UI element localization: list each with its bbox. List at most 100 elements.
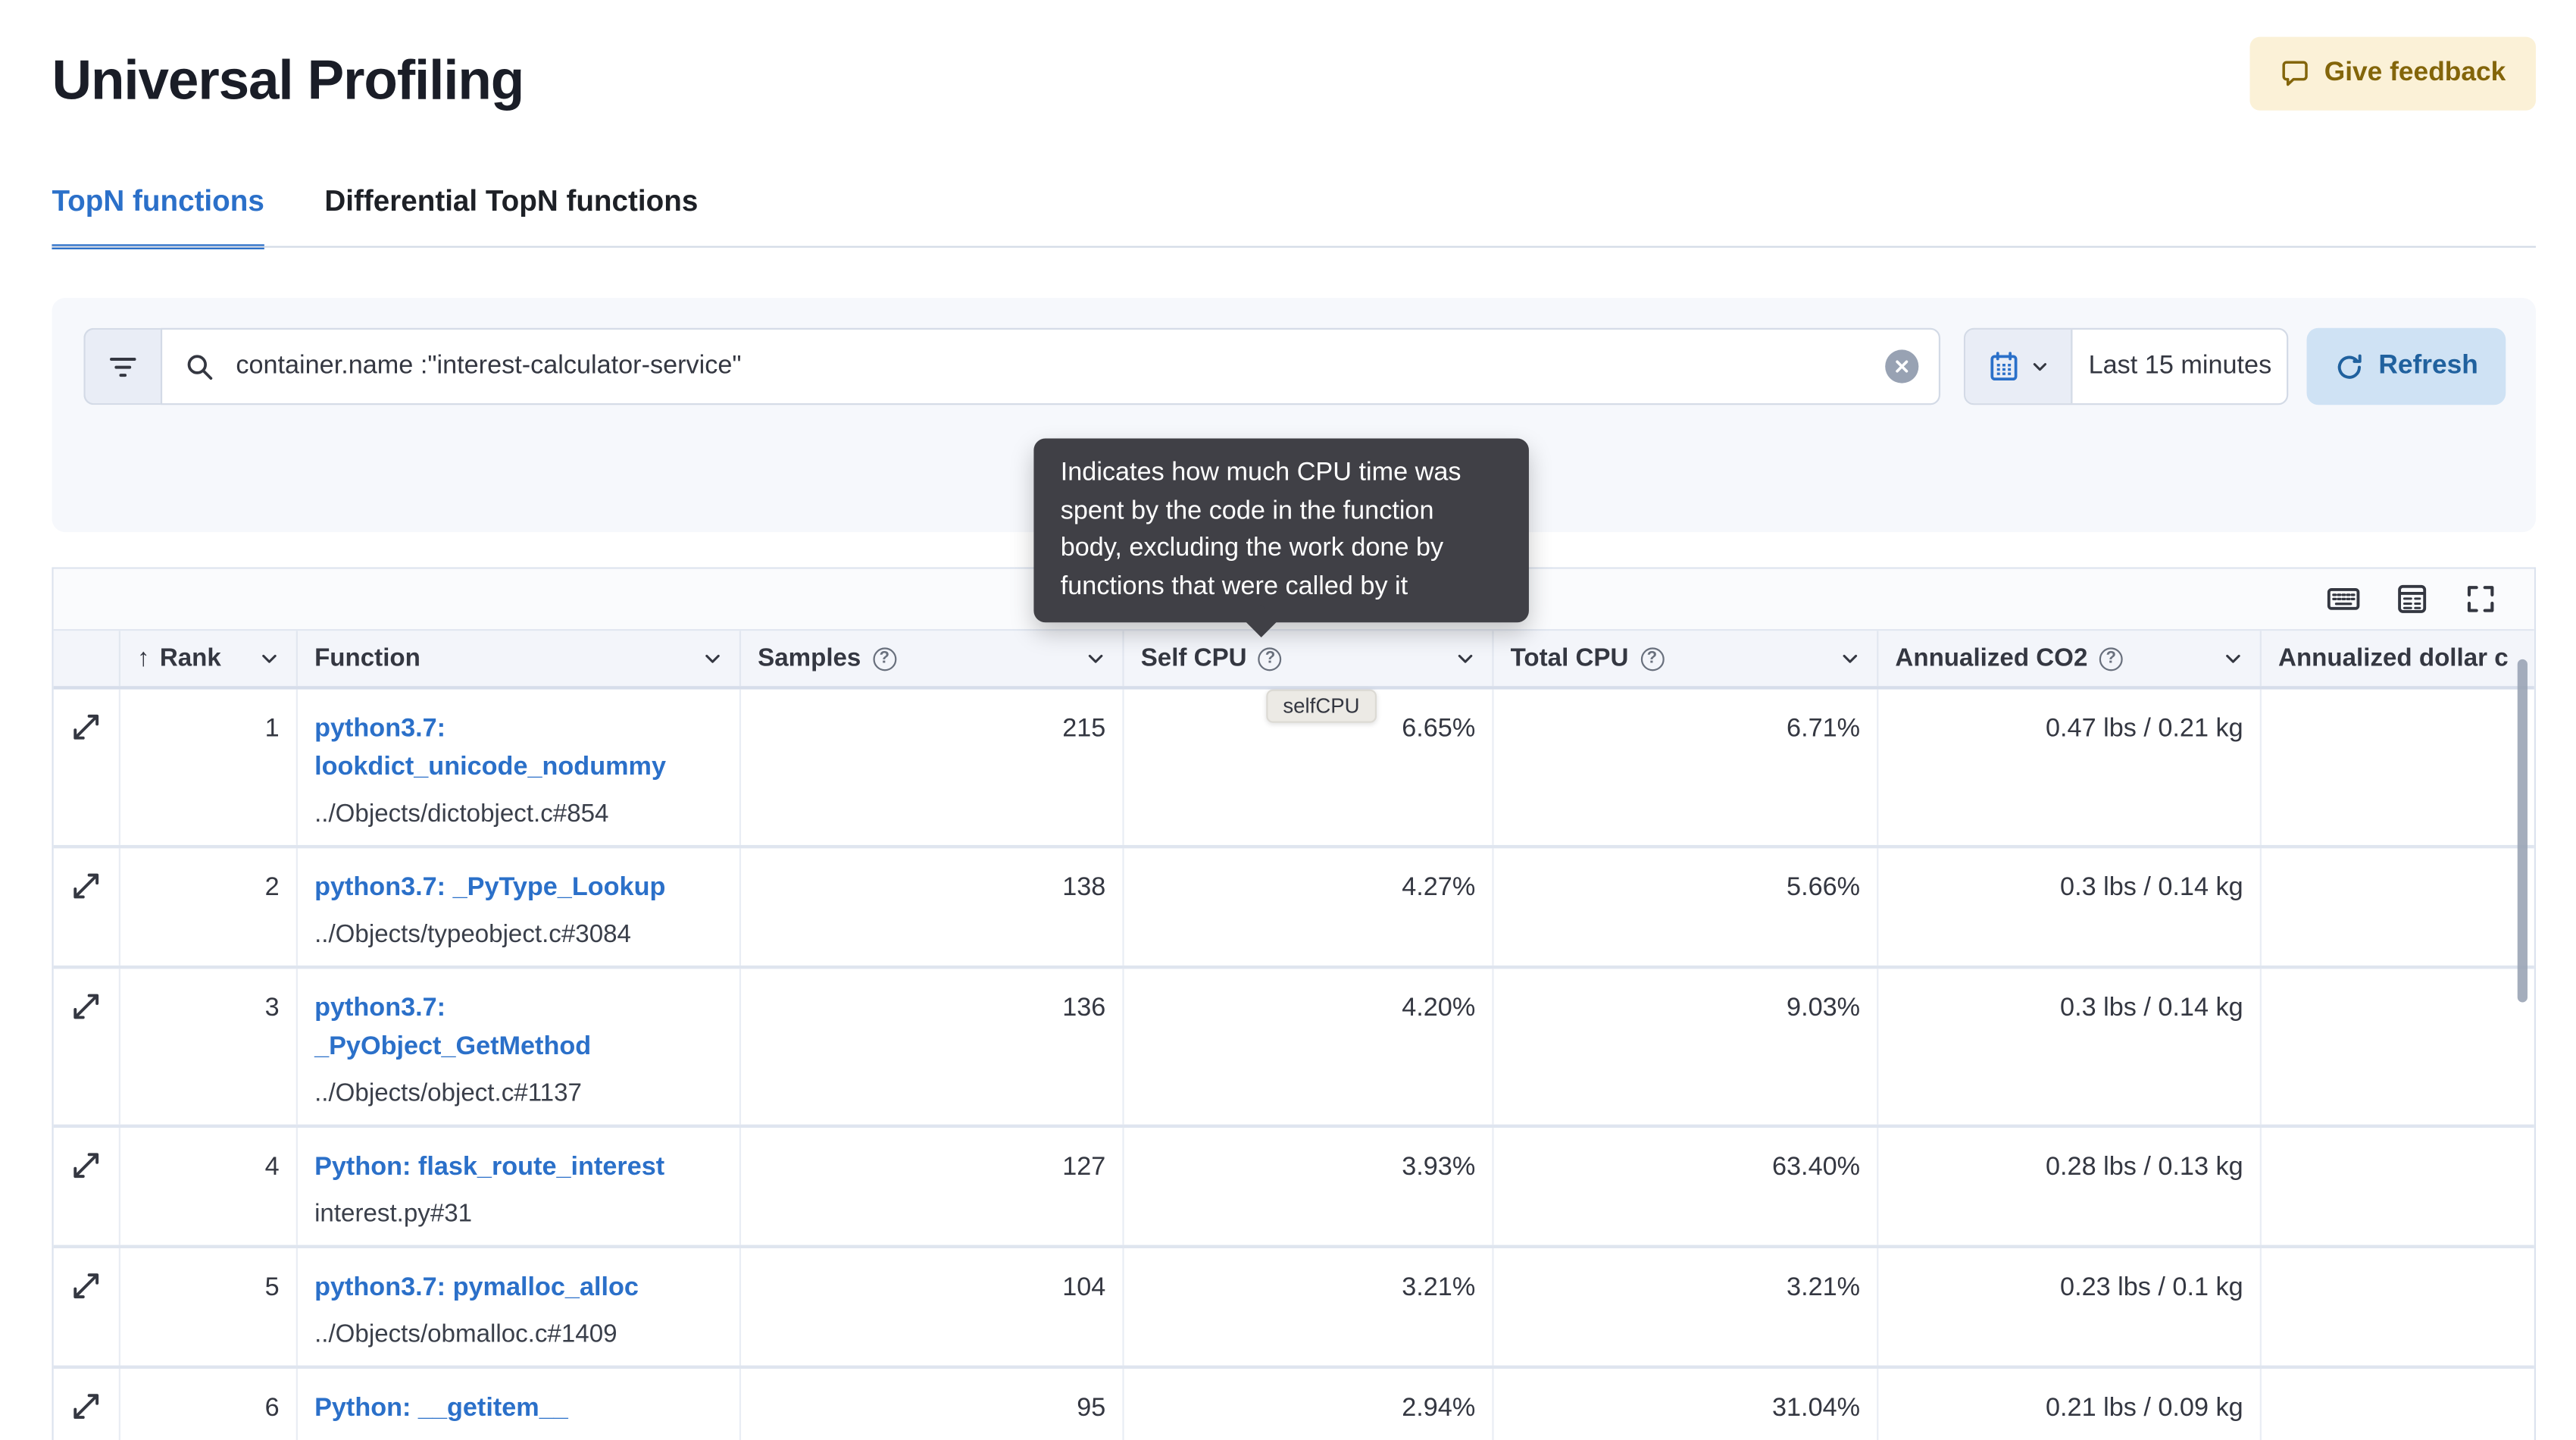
rank-cell: 5	[120, 1248, 298, 1366]
tab-topn-functions[interactable]: TopN functions	[52, 184, 264, 249]
table-row: 5 python3.7: pymalloc_alloc ../Objects/o…	[53, 1248, 2534, 1369]
chevron-down-icon[interactable]	[1840, 649, 1860, 668]
function-link[interactable]: Python: __getitem__	[314, 1388, 723, 1427]
function-link[interactable]: Python: flask_route_interest	[314, 1148, 723, 1187]
total-cpu-cell: 9.03%	[1494, 969, 1879, 1125]
fullscreen-button[interactable]	[2464, 582, 2497, 615]
function-link[interactable]: python3.7: _PyType_Lookup	[314, 869, 723, 907]
self-cpu-cell: 4.27%	[1124, 848, 1494, 966]
table-row: 4 Python: flask_route_interest interest.…	[53, 1128, 2534, 1249]
co2-cell: 0.47 lbs / 0.21 kg	[1878, 689, 2262, 845]
row-expand-cell[interactable]	[54, 689, 120, 845]
rank-cell: 6	[120, 1368, 298, 1440]
header-rank-label: Rank	[159, 644, 221, 673]
function-file: interest.py#31	[314, 1199, 473, 1229]
refresh-label: Refresh	[2378, 351, 2478, 380]
chevron-down-icon[interactable]	[1086, 649, 1105, 668]
self-cpu-field-chip: selfCPU	[1266, 689, 1377, 723]
give-feedback-label: Give feedback	[2324, 58, 2506, 87]
time-range-button[interactable]: Last 15 minutes	[2073, 330, 2287, 403]
header-annualized-dollar[interactable]: Annualized dollar c	[2262, 631, 2534, 686]
header-total-cpu[interactable]: Total CPU ?	[1494, 631, 1879, 687]
header-function-label: Function	[314, 644, 420, 673]
grid-header-row: ↑ Rank Function Samples ? Self CPU ? Tot…	[53, 631, 2534, 690]
help-icon[interactable]: ?	[2099, 646, 2123, 671]
total-cpu-cell: 63.40%	[1494, 1128, 1879, 1245]
refresh-button[interactable]: Refresh	[2307, 327, 2506, 405]
function-link[interactable]: python3.7: _PyObject_GetMethod	[314, 989, 723, 1066]
dollar-cell	[2262, 1128, 2534, 1245]
help-icon[interactable]: ?	[872, 646, 896, 671]
page-title: Universal Profiling	[52, 49, 524, 111]
dollar-cell	[2262, 1369, 2534, 1440]
chevron-down-icon[interactable]	[2223, 649, 2243, 668]
function-file: ../Objects/dictobject.c#854	[314, 800, 609, 828]
chevron-down-icon[interactable]	[259, 649, 279, 668]
total-cpu-cell: 6.71%	[1494, 689, 1879, 845]
header-controls-column	[54, 631, 120, 687]
filter-icon	[109, 352, 138, 381]
function-cell: Python: __getitem__ os.py#679	[298, 1368, 742, 1440]
function-link[interactable]: python3.7: lookdict_unicode_nodummy	[314, 709, 723, 787]
clear-query-button[interactable]	[1885, 349, 1919, 383]
total-cpu-cell: 5.66%	[1494, 848, 1879, 966]
co2-cell: 0.23 lbs / 0.1 kg	[1878, 1248, 2262, 1366]
chevron-down-icon[interactable]	[1455, 649, 1475, 668]
self-cpu-cell: 2.94%	[1124, 1368, 1494, 1440]
page-header: Universal Profiling Give feedback	[52, 36, 2537, 124]
function-cell: python3.7: _PyType_Lookup ../Objects/typ…	[298, 848, 742, 966]
header-annualized-co2-label: Annualized CO2	[1895, 644, 2088, 673]
row-expand-cell[interactable]	[54, 848, 120, 966]
display-options-button[interactable]	[2396, 582, 2429, 615]
header-annualized-dollar-label: Annualized dollar c	[2278, 644, 2509, 673]
total-cpu-cell: 3.21%	[1494, 1248, 1879, 1366]
self-cpu-cell: 3.21%	[1124, 1248, 1494, 1366]
header-rank[interactable]: ↑ Rank	[120, 631, 298, 687]
add-filter-button[interactable]	[83, 327, 161, 405]
comment-bubble-icon	[2279, 58, 2309, 89]
dollar-cell	[2262, 690, 2534, 845]
header-self-cpu-label: Self CPU	[1140, 644, 1247, 673]
help-icon[interactable]: ?	[1258, 646, 1282, 671]
header-function[interactable]: Function	[298, 631, 742, 687]
self-cpu-tooltip-text: Indicates how much CPU time was spent by…	[1060, 458, 1462, 600]
rank-cell: 2	[120, 848, 298, 966]
rank-cell: 4	[120, 1128, 298, 1245]
row-expand-cell[interactable]	[54, 1128, 120, 1245]
help-icon[interactable]: ?	[1640, 646, 1664, 671]
header-annualized-co2[interactable]: Annualized CO2 ?	[1878, 631, 2262, 687]
header-samples[interactable]: Samples ?	[741, 631, 1124, 687]
row-expand-cell[interactable]	[54, 969, 120, 1125]
chevron-down-icon[interactable]	[702, 649, 722, 668]
tab-differential-topn-functions[interactable]: Differential TopN functions	[324, 184, 698, 249]
give-feedback-button[interactable]: Give feedback	[2249, 36, 2537, 111]
header-self-cpu[interactable]: Self CPU ?	[1124, 631, 1494, 687]
search-input[interactable]	[232, 349, 1867, 383]
function-link[interactable]: python3.7: pymalloc_alloc	[314, 1269, 723, 1307]
rank-cell: 3	[120, 969, 298, 1125]
tab-bar: TopN functions Differential TopN functio…	[52, 184, 2536, 249]
expand-icon	[70, 1270, 102, 1352]
universal-profiling-page: Universal Profiling Give feedback TopN f…	[0, 0, 2576, 1440]
table-row: 2 python3.7: _PyType_Lookup ../Objects/t…	[53, 848, 2534, 969]
dollar-cell	[2262, 848, 2534, 966]
date-picker-quick-menu-button[interactable]	[1965, 329, 2073, 404]
expand-icon	[70, 991, 102, 1111]
row-expand-cell[interactable]	[54, 1248, 120, 1366]
tabs-divider	[52, 246, 2537, 248]
table-row: 3 python3.7: _PyObject_GetMethod ../Obje…	[53, 969, 2534, 1129]
expand-icon	[70, 711, 102, 831]
expand-icon	[70, 1150, 102, 1232]
chevron-down-icon	[2030, 357, 2048, 375]
search-box	[160, 327, 1941, 405]
total-cpu-cell: 31.04%	[1494, 1368, 1879, 1440]
calendar-icon	[1988, 352, 2018, 382]
row-expand-cell[interactable]	[54, 1368, 120, 1440]
vertical-scrollbar[interactable]	[2517, 659, 2528, 1003]
self-cpu-tooltip: Indicates how much CPU time was spent by…	[1033, 438, 1529, 637]
keyboard-shortcuts-button[interactable]	[2327, 582, 2360, 615]
self-cpu-cell: 3.93%	[1124, 1128, 1494, 1245]
co2-cell: 0.3 lbs / 0.14 kg	[1878, 848, 2262, 966]
samples-cell: 104	[741, 1248, 1124, 1366]
function-cell: python3.7: _PyObject_GetMethod ../Object…	[298, 969, 742, 1125]
